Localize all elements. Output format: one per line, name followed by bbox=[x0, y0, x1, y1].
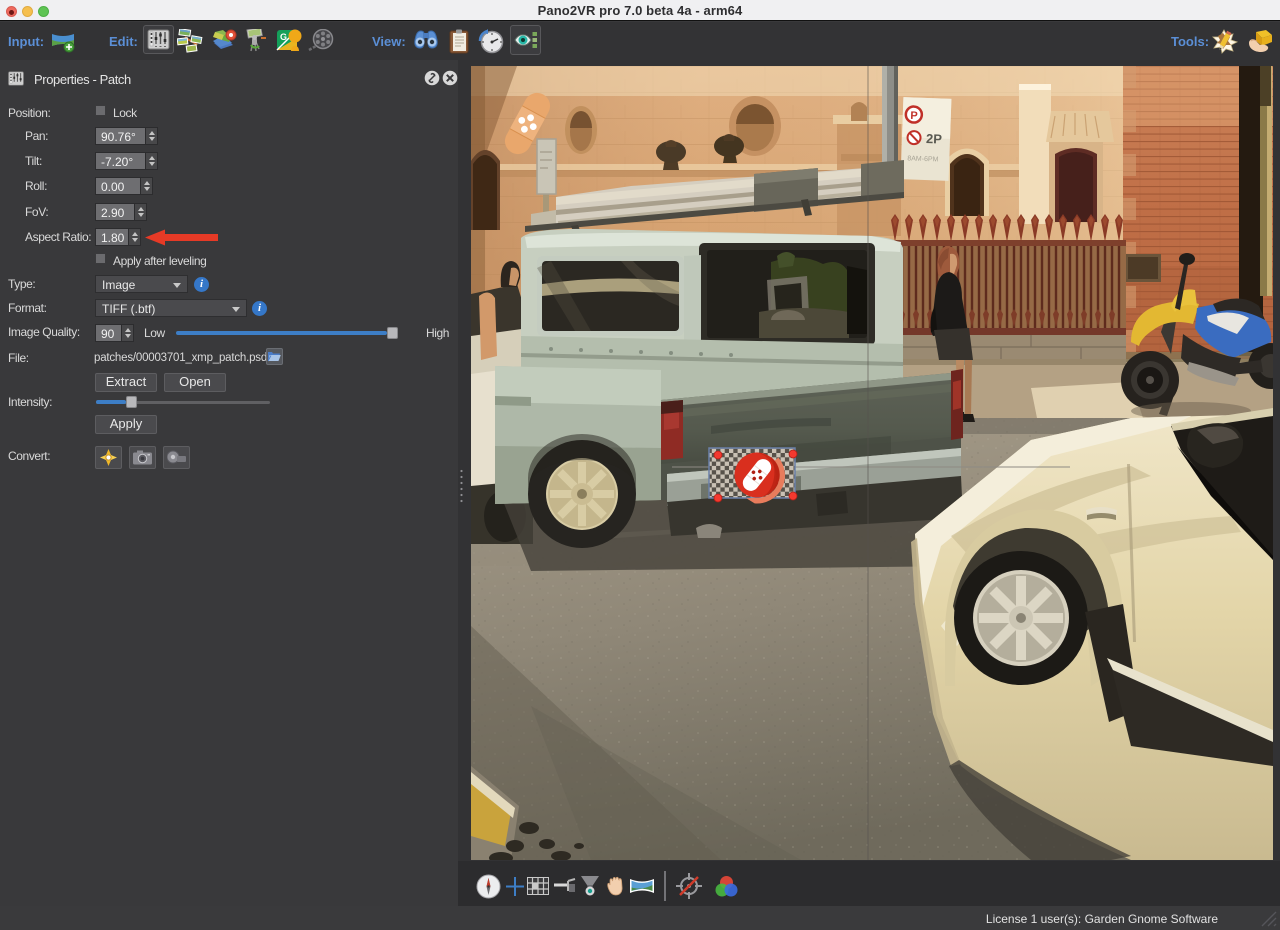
svg-text:P: P bbox=[910, 110, 918, 122]
svg-text:G: G bbox=[280, 32, 287, 42]
svg-text:8AM-6PM: 8AM-6PM bbox=[907, 155, 939, 163]
svg-text:2P: 2P bbox=[926, 131, 943, 147]
